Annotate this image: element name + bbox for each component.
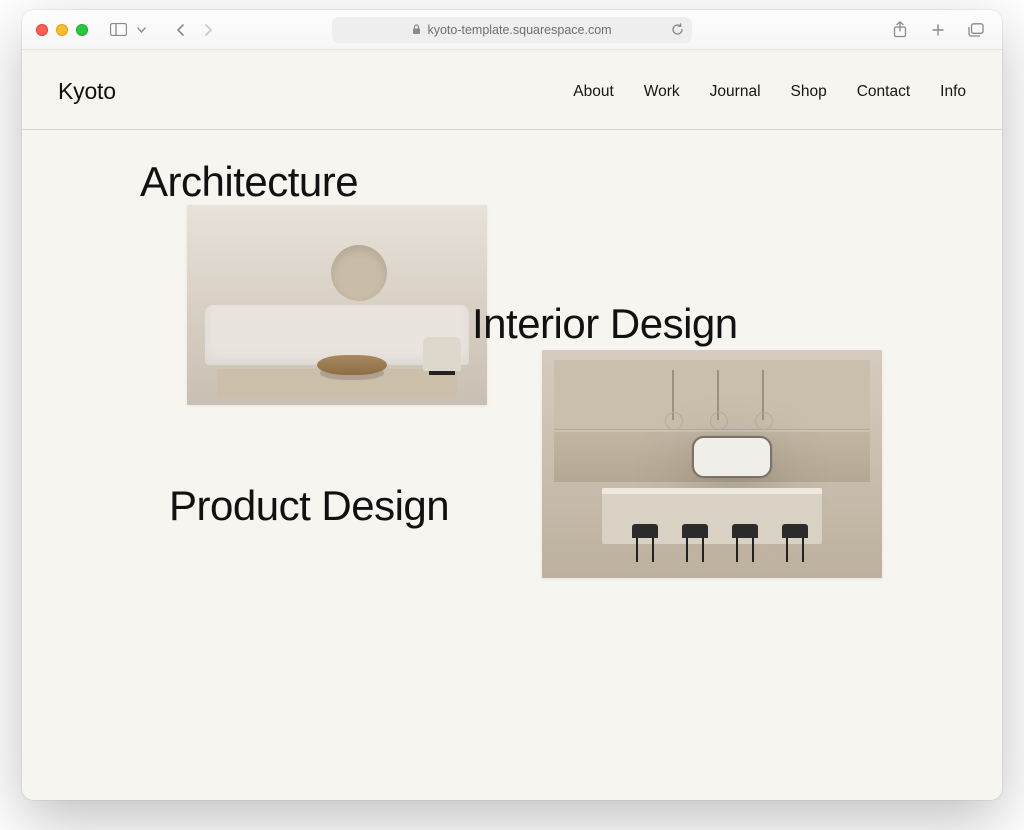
main-nav: About Work Journal Shop Contact Info <box>573 83 966 101</box>
forward-button[interactable] <box>196 18 220 42</box>
nav-journal[interactable]: Journal <box>710 83 761 101</box>
new-tab-icon[interactable] <box>926 18 950 42</box>
nav-contact[interactable]: Contact <box>857 83 910 101</box>
hero-image-living-room <box>187 205 487 405</box>
minimize-window-button[interactable] <box>56 24 68 36</box>
address-bar[interactable]: kyoto-template.squarespace.com <box>332 17 692 43</box>
site-logo[interactable]: Kyoto <box>58 78 116 105</box>
hero-image-kitchen <box>542 350 882 578</box>
nav-info[interactable]: Info <box>940 83 966 101</box>
back-button[interactable] <box>168 18 192 42</box>
reload-icon[interactable] <box>671 23 684 36</box>
hero-link-architecture[interactable]: Architecture <box>140 158 358 206</box>
close-window-button[interactable] <box>36 24 48 36</box>
lock-icon <box>412 24 421 35</box>
hero-section: Architecture Interior Design Product Des… <box>22 130 1002 750</box>
browser-window: kyoto-template.squarespace.com Kyoto Abo… <box>22 10 1002 800</box>
titlebar: kyoto-template.squarespace.com <box>22 10 1002 50</box>
nav-about[interactable]: About <box>573 83 614 101</box>
fullscreen-window-button[interactable] <box>76 24 88 36</box>
url-text: kyoto-template.squarespace.com <box>427 23 611 37</box>
share-icon[interactable] <box>888 18 912 42</box>
page-content: Kyoto About Work Journal Shop Contact In… <box>22 50 1002 800</box>
nav-shop[interactable]: Shop <box>791 83 827 101</box>
window-controls <box>36 24 88 36</box>
hero-link-interior-design[interactable]: Interior Design <box>472 300 738 348</box>
tabs-overview-icon[interactable] <box>964 18 988 42</box>
sidebar-toggle-icon[interactable] <box>106 18 130 42</box>
hero-link-product-design[interactable]: Product Design <box>169 482 449 530</box>
chevron-down-icon[interactable] <box>134 18 148 42</box>
nav-work[interactable]: Work <box>644 83 680 101</box>
site-header: Kyoto About Work Journal Shop Contact In… <box>22 50 1002 130</box>
